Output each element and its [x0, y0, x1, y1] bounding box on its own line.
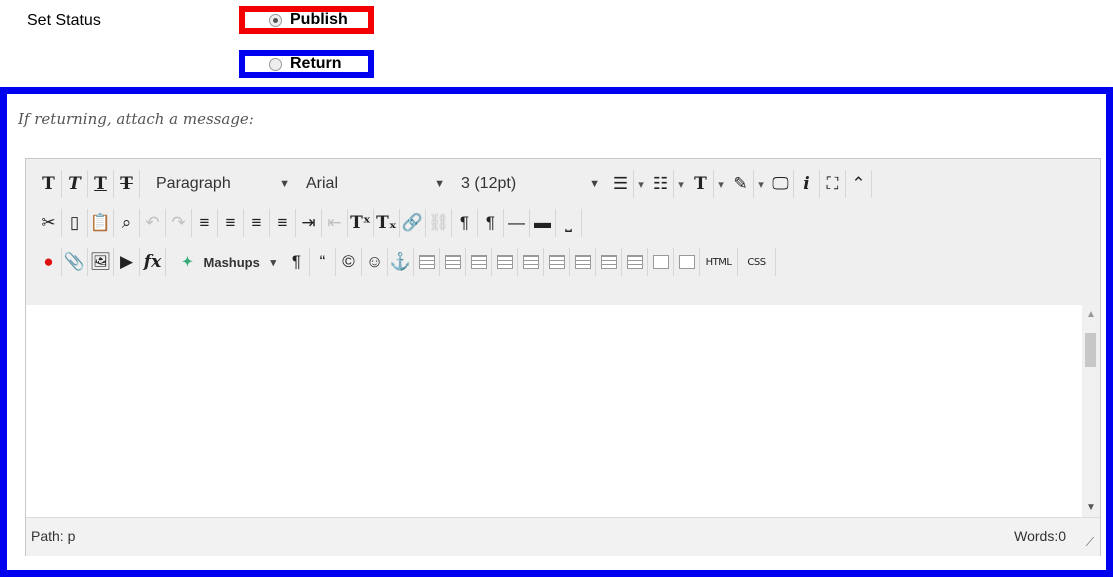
font-dropdown[interactable]: Arial ▼ — [298, 170, 453, 198]
scroll-up-icon[interactable]: ▲ — [1086, 309, 1096, 320]
message-prompt: If returning, attach a message: — [18, 110, 254, 128]
insert-row-before-icon[interactable] — [492, 248, 518, 276]
special-character-icon[interactable]: © — [336, 248, 362, 276]
paragraph-mark-icon[interactable]: ¶ — [284, 248, 310, 276]
bold-button[interactable]: T — [36, 170, 62, 198]
insert-col-after-icon[interactable] — [596, 248, 622, 276]
outdent-icon[interactable]: ⇤ — [322, 209, 348, 237]
blockquote-icon[interactable]: “ — [310, 248, 336, 276]
chevron-down-icon: ▼ — [589, 178, 600, 190]
table-row-props-icon[interactable] — [440, 248, 466, 276]
attachment-icon[interactable]: 📎 — [62, 248, 88, 276]
size-dropdown[interactable]: 3 (12pt) ▼ — [453, 170, 608, 198]
cut-icon[interactable]: ✂ — [36, 209, 62, 237]
toolbar-row-3: ● 📎 🖼 ▶ fx ✦ Mashups ▾ ¶ “ © ☺ ⚓ HTML CS… — [36, 247, 776, 277]
word-count: Words:0 — [1014, 528, 1066, 544]
return-label: Return — [290, 55, 342, 72]
toolbar-row-2: ✂ ▯ 📋 ⌕ ↶ ↷ ≡ ≡ ≡ ≡ ⇥ ⇤ Tˣ Tₓ 🔗 ⛓ ¶ ¶ — … — [36, 208, 582, 238]
text-color-menu-icon[interactable]: ▾ — [714, 178, 728, 191]
editor-toolbars: T T T T Paragraph ▼ Arial ▼ 3 (12pt) ▼ ☰ — [26, 159, 1100, 306]
rtl-icon[interactable]: ¶ — [478, 209, 504, 237]
resize-handle-icon[interactable]: ⟋ — [1086, 535, 1094, 550]
italic-button[interactable]: T — [62, 170, 88, 198]
image-icon[interactable]: 🖼 — [88, 248, 114, 276]
superscript-icon[interactable]: Tˣ — [348, 209, 374, 237]
element-path: Path: p — [31, 528, 76, 544]
editor-statusbar: Path: p Words:0 ⟋ — [26, 517, 1100, 556]
align-center-icon[interactable]: ≡ — [218, 209, 244, 237]
split-cells-icon[interactable] — [648, 248, 674, 276]
text-color-icon[interactable]: T — [688, 170, 714, 198]
youtube-icon[interactable]: ● — [36, 248, 62, 276]
publish-radio[interactable] — [269, 13, 282, 27]
bullet-list-icon[interactable]: ☰ — [608, 170, 634, 198]
redo-icon[interactable]: ↷ — [166, 209, 192, 237]
merge-cells-icon[interactable] — [674, 248, 700, 276]
font-dropdown-value: Arial — [306, 175, 339, 192]
format-dropdown-value: Paragraph — [156, 175, 231, 192]
return-message-panel: If returning, attach a message: T T T T … — [0, 87, 1113, 577]
undo-icon[interactable]: ↶ — [140, 209, 166, 237]
mashups-label: Mashups — [203, 254, 260, 270]
html-source-button[interactable]: HTML — [700, 248, 738, 276]
mashups-dropdown[interactable]: ✦ Mashups ▾ — [174, 248, 284, 276]
mashups-icon: ✦ — [182, 254, 193, 269]
css-button[interactable]: CSS — [738, 248, 776, 276]
numbered-list-icon[interactable]: ☷ — [648, 170, 674, 198]
delete-col-icon[interactable] — [622, 248, 648, 276]
info-icon[interactable]: i — [794, 170, 820, 198]
size-dropdown-value: 3 (12pt) — [461, 175, 517, 192]
toolbar-row-1: T T T T Paragraph ▼ Arial ▼ 3 (12pt) ▼ ☰ — [36, 169, 872, 199]
justify-icon[interactable]: ≡ — [270, 209, 296, 237]
emoticon-icon[interactable]: ☺ — [362, 248, 388, 276]
insert-col-before-icon[interactable] — [570, 248, 596, 276]
math-formula-icon[interactable]: fx — [140, 248, 166, 276]
ltr-icon[interactable]: ¶ — [452, 209, 478, 237]
return-radio[interactable] — [269, 57, 282, 71]
anchor-icon[interactable]: ⚓ — [388, 248, 414, 276]
copy-icon[interactable]: ▯ — [62, 209, 88, 237]
collapse-toolbar-icon[interactable]: ⌃ — [846, 170, 872, 198]
subscript-icon[interactable]: Tₓ — [374, 209, 400, 237]
align-left-icon[interactable]: ≡ — [192, 209, 218, 237]
nonbreaking-space-icon[interactable]: ⎵ — [556, 209, 582, 237]
scroll-thumb[interactable] — [1085, 333, 1096, 367]
return-option[interactable]: Return — [239, 50, 374, 78]
align-right-icon[interactable]: ≡ — [244, 209, 270, 237]
insert-row-after-icon[interactable] — [518, 248, 544, 276]
preview-icon[interactable]: 🖵 — [768, 170, 794, 198]
table-cell-props-icon[interactable] — [466, 248, 492, 276]
chevron-down-icon: ▼ — [434, 178, 445, 190]
underline-button[interactable]: T — [88, 170, 114, 198]
bullet-list-menu-icon[interactable]: ▾ — [634, 178, 648, 191]
format-dropdown[interactable]: Paragraph ▼ — [148, 170, 298, 198]
chevron-down-icon: ▾ — [270, 256, 276, 269]
paste-icon[interactable]: 📋 — [88, 209, 114, 237]
find-icon[interactable]: ⌕ — [114, 209, 140, 237]
highlight-color-icon[interactable]: ✎ — [728, 170, 754, 198]
thick-rule-icon[interactable]: ▬ — [530, 209, 556, 237]
publish-option[interactable]: Publish — [239, 6, 374, 34]
scroll-down-icon[interactable]: ▼ — [1086, 502, 1096, 513]
rich-text-editor: T T T T Paragraph ▼ Arial ▼ 3 (12pt) ▼ ☰ — [25, 158, 1101, 556]
media-icon[interactable]: ▶ — [114, 248, 140, 276]
horizontal-rule-icon[interactable]: — — [504, 209, 530, 237]
editor-content-area[interactable]: ▲ ▼ — [26, 305, 1100, 517]
strikethrough-button[interactable]: T — [114, 170, 140, 198]
delete-row-icon[interactable] — [544, 248, 570, 276]
fullscreen-icon[interactable]: ⛶ — [820, 170, 846, 198]
indent-icon[interactable]: ⇥ — [296, 209, 322, 237]
editor-scrollbar[interactable]: ▲ ▼ — [1082, 305, 1100, 517]
publish-label: Publish — [290, 11, 348, 28]
numbered-list-menu-icon[interactable]: ▾ — [674, 178, 688, 191]
highlight-color-menu-icon[interactable]: ▾ — [754, 178, 768, 191]
link-icon[interactable]: 🔗 — [400, 209, 426, 237]
chevron-down-icon: ▼ — [279, 178, 290, 190]
insert-table-icon[interactable] — [414, 248, 440, 276]
set-status-label: Set Status — [27, 12, 101, 29]
unlink-icon[interactable]: ⛓ — [426, 209, 452, 237]
